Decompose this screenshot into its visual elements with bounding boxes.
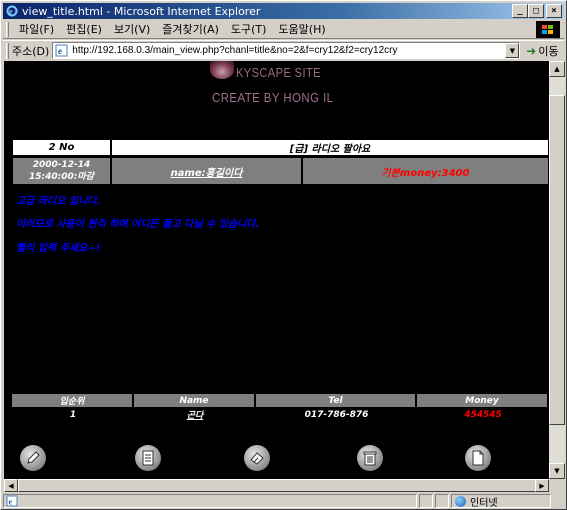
menu-edit[interactable]: 편집(E) (60, 21, 108, 37)
bid-table: 입순위 Name Tel Money 1 곤다 017-786-876 4545… (12, 394, 549, 422)
address-url: http://192.168.0.3/main_view.php?chanl=t… (72, 45, 398, 56)
pencil-icon (27, 451, 40, 464)
address-label: 주소(D) (12, 44, 50, 58)
menu-view[interactable]: 보기(V) (108, 21, 156, 37)
scrollbar-corner (549, 479, 565, 492)
vertical-scroll-thumb[interactable] (549, 95, 565, 425)
list-icon (142, 450, 154, 466)
go-arrow-icon: ➜ (526, 43, 537, 58)
scroll-down-button[interactable]: ▼ (549, 463, 565, 479)
scroll-up-button[interactable]: ▲ (549, 61, 565, 77)
post-info-row: 2000-12-14 15:40:00:마감 name:홍길이다 기본money… (12, 157, 549, 185)
address-bar: 주소(D) e http://192.168.0.3/main_view.php… (3, 40, 564, 60)
minimize-button[interactable]: _ (512, 4, 528, 18)
post-subject: [급] 라디오 팔아요 (111, 139, 549, 156)
zone-label: 인터넷 (470, 497, 498, 509)
delete-button[interactable] (357, 445, 383, 471)
scroll-right-button[interactable]: ▶ (535, 479, 549, 492)
address-dropdown-button[interactable]: ▼ (505, 43, 520, 58)
post-author-link[interactable]: name:홍길이다 (111, 157, 302, 185)
post-body-line: 빨리 입력 주세요~! (16, 243, 101, 254)
bid-tel: 017-786-876 (304, 409, 369, 420)
post-base-money: 기본money:3400 (302, 157, 549, 185)
post-date: 2000-12-14 (32, 160, 91, 170)
site-logo: KYSCAPE SITE CREATE BY HONG IL (198, 61, 358, 111)
table-row: 1 곤다 017-786-876 454545 (12, 407, 549, 422)
menu-bar: 파일(F) 편집(E) 보기(V) 즐겨찾기(A) 도구(T) 도움말(H) (3, 20, 564, 39)
toolbar-grip[interactable] (6, 21, 9, 37)
go-button[interactable]: ➜ 이동 (526, 43, 558, 59)
menu-favorites[interactable]: 즐겨찾기(A) (156, 21, 225, 37)
status-panel (435, 494, 449, 508)
bid-table-header: 입순위 Name Tel Money (12, 394, 549, 407)
title-bar[interactable]: e view_title.html - Microsoft Internet E… (3, 3, 564, 19)
vertical-scrollbar[interactable]: ▲ ▼ (549, 61, 565, 479)
trash-icon (363, 451, 377, 466)
svg-text:e: e (58, 46, 62, 56)
post-body-line: 고급 라디오 입니다. (16, 196, 101, 207)
post-deadline: 2000-12-14 15:40:00:마감 (12, 157, 111, 185)
status-bar: e 인터넷 (3, 493, 564, 509)
post-header-row: 2 No [급] 라디오 팔아요 (12, 139, 549, 156)
post-time: 15:40:00:마감 (29, 172, 94, 182)
list-button[interactable] (135, 445, 161, 471)
globe-icon (455, 495, 466, 507)
eraser-icon (250, 452, 264, 465)
horizontal-scroll-thumb[interactable] (18, 479, 536, 492)
menu-tools[interactable]: 도구(T) (225, 21, 273, 37)
bid-header-rank: 입순위 (12, 394, 134, 407)
ie-logo-icon: e (5, 4, 19, 18)
maximize-button[interactable]: □ (528, 4, 544, 18)
window-title: view_title.html - Microsoft Internet Exp… (22, 4, 261, 18)
bid-header-name: Name (134, 394, 256, 407)
bid-money: 454545 (464, 409, 502, 420)
document-icon (472, 450, 484, 466)
page-status-icon: e (6, 495, 18, 507)
toolbar-grip[interactable] (6, 42, 9, 59)
address-input[interactable]: e http://192.168.0.3/main_view.php?chanl… (52, 42, 521, 59)
new-page-button[interactable] (465, 445, 491, 471)
security-zone: 인터넷 (451, 494, 551, 509)
status-main-panel: e (3, 494, 417, 508)
action-bar (4, 445, 549, 475)
bid-header-tel: Tel (256, 394, 417, 407)
browser-window: e view_title.html - Microsoft Internet E… (0, 0, 567, 510)
horizontal-scrollbar[interactable]: ◀ ▶ (4, 479, 549, 492)
page-icon: e (55, 44, 69, 57)
lips-logo-icon (210, 61, 234, 79)
bid-rank: 1 (69, 409, 77, 420)
edit-button[interactable] (244, 445, 270, 471)
svg-text:e: e (9, 7, 13, 16)
page-content: KYSCAPE SITE CREATE BY HONG IL 2 No [급] … (4, 61, 549, 479)
post-body-line: 이러모로 사용이 편리 하며 어디든 들고 다닐 수 있습니다. (16, 219, 260, 230)
go-label: 이동 (538, 44, 559, 58)
menu-help[interactable]: 도움말(H) (272, 21, 331, 37)
bid-name-link[interactable]: 곤다 (134, 409, 256, 421)
post-number: 2 No (12, 139, 111, 156)
status-panel (419, 494, 433, 508)
windows-logo-icon (536, 21, 560, 38)
menu-file[interactable]: 파일(F) (13, 21, 60, 37)
logo-line1: KYSCAPE SITE (236, 65, 321, 80)
close-button[interactable]: × (546, 4, 562, 18)
svg-text:e: e (9, 498, 13, 507)
logo-line2: CREATE BY HONG IL (212, 90, 334, 105)
write-button[interactable] (20, 445, 46, 471)
scroll-left-button[interactable]: ◀ (4, 479, 18, 492)
bid-header-money: Money (417, 394, 549, 407)
